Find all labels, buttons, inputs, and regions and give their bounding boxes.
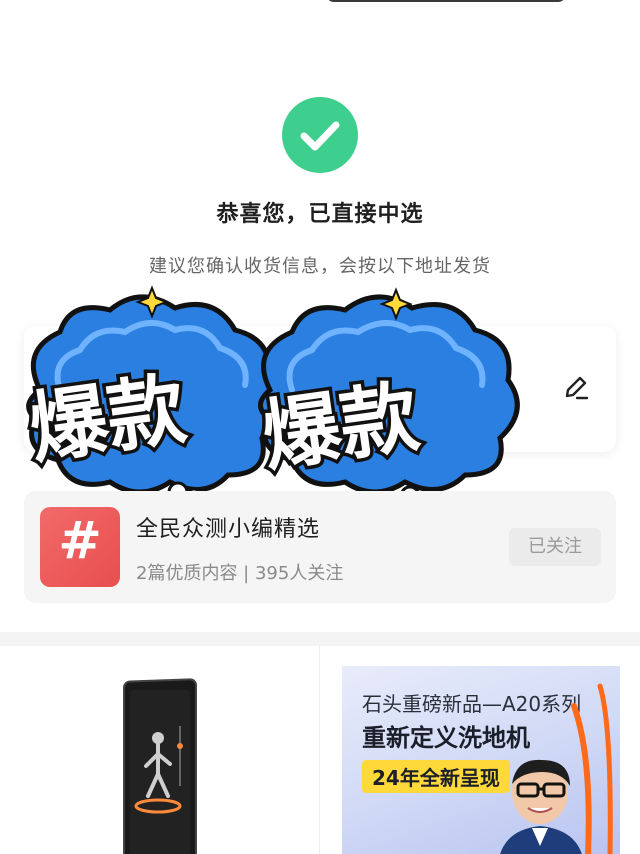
smart-mirror-product-image <box>123 678 197 854</box>
section-divider <box>0 632 640 646</box>
page: 恭喜您，已直接中选 建议您确认收货信息，会按以下地址发货 爆款 爆款 # 全民众… <box>0 0 640 854</box>
topic-meta: 2篇优质内容 | 395人关注 <box>136 563 344 584</box>
success-title: 恭喜您，已直接中选 <box>216 202 424 227</box>
success-subtitle: 建议您确认收货信息，会按以下地址发货 <box>149 256 491 277</box>
sparkle-icon <box>135 285 169 319</box>
address-card[interactable] <box>24 326 616 452</box>
edit-icon[interactable] <box>560 372 592 404</box>
product-card-right[interactable]: 石头重磅新品—A20系列 重新定义洗地机 24年全新呈现 <box>320 646 640 854</box>
topic-thumbnail: # <box>40 507 120 587</box>
topic-name: 全民众测小编精选 <box>136 517 321 542</box>
sparkle-icon <box>379 287 413 321</box>
followed-button[interactable]: 已关注 <box>509 528 601 566</box>
ad-banner: 石头重磅新品—A20系列 重新定义洗地机 24年全新呈现 <box>342 666 620 854</box>
topic-card[interactable]: # 全民众测小编精选 2篇优质内容 | 395人关注 已关注 <box>24 491 616 603</box>
product-card-left[interactable] <box>0 646 319 854</box>
success-check-icon <box>282 97 358 173</box>
ad-brush-accent <box>571 683 613 854</box>
sheet-handle <box>326 0 566 2</box>
hashtag-icon: # <box>58 511 102 571</box>
